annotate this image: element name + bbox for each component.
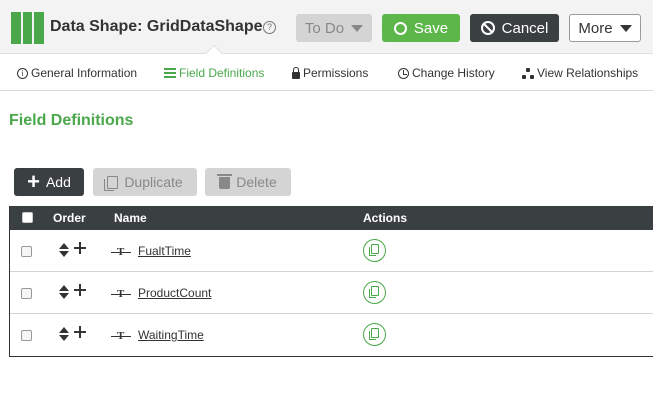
string-type-icon: T — [110, 288, 132, 300]
move-icon[interactable] — [74, 284, 86, 296]
string-type-icon: T — [110, 330, 132, 342]
copy-icon — [369, 244, 379, 256]
active-tab-pointer-fill — [206, 46, 222, 54]
move-icon[interactable] — [74, 242, 86, 254]
tab-label: General Information — [31, 66, 138, 80]
row-checkbox[interactable] — [21, 246, 32, 257]
table-row: T FualtTime — [10, 230, 653, 272]
todo-label: To Do — [304, 19, 345, 37]
tab-label: View Relationships — [537, 66, 639, 80]
circle-icon — [393, 21, 407, 35]
row-checkbox[interactable] — [21, 288, 32, 299]
chevron-down-icon — [351, 24, 364, 32]
column-header-name[interactable]: Name — [114, 211, 147, 225]
column-header-order[interactable]: Order — [53, 211, 86, 225]
grid-header: Order Name Actions — [10, 206, 653, 230]
cancel-label: Cancel — [501, 19, 549, 37]
cancel-button[interactable]: Cancel — [470, 14, 559, 42]
tab-view-relationships[interactable]: View Relationships — [522, 66, 638, 80]
string-type-icon: T — [110, 246, 132, 258]
tab-change-history[interactable]: Change History — [398, 66, 495, 80]
chevron-down-icon — [619, 24, 632, 32]
move-icon[interactable] — [74, 326, 86, 338]
todo-dropdown[interactable]: To Do — [296, 14, 372, 42]
trash-icon — [217, 174, 233, 189]
relationships-icon — [522, 67, 534, 79]
field-grid: Order Name Actions T FualtTime T Product… — [9, 206, 653, 357]
table-row: T ProductCount — [10, 272, 653, 314]
duplicate-row-button[interactable] — [363, 323, 386, 346]
lock-icon — [292, 66, 300, 79]
more-label: More — [578, 19, 613, 37]
section-title: Field Definitions — [9, 112, 134, 129]
add-label: Add — [45, 174, 71, 190]
copy-icon — [104, 175, 119, 191]
select-all-checkbox[interactable] — [22, 212, 33, 223]
tab-general-information[interactable]: i General Information — [17, 66, 137, 80]
duplicate-row-button[interactable] — [363, 281, 386, 304]
field-name-link[interactable]: FualtTime — [138, 244, 191, 258]
help-icon[interactable]: ? — [263, 21, 276, 34]
tab-bar: i General Information Field Definitions … — [0, 54, 653, 91]
tab-label: Change History — [412, 66, 495, 80]
sort-icon[interactable] — [59, 285, 69, 299]
duplicate-label: Duplicate — [124, 174, 183, 190]
table-row: T WaitingTime — [10, 314, 653, 356]
tab-permissions[interactable]: Permissions — [292, 66, 368, 80]
add-button[interactable]: + Add — [14, 168, 84, 196]
tab-label: Permissions — [303, 66, 369, 80]
info-icon: i — [17, 67, 28, 79]
ban-icon — [480, 21, 495, 35]
copy-icon — [369, 328, 379, 340]
list-icon — [164, 68, 176, 78]
save-button[interactable]: Save — [382, 14, 460, 42]
copy-icon — [369, 286, 379, 298]
column-header-actions: Actions — [363, 211, 408, 225]
sort-icon[interactable] — [59, 327, 69, 341]
tab-label: Field Definitions — [179, 66, 265, 80]
page-title: Data Shape: GridDataShape — [50, 18, 263, 35]
tab-field-definitions[interactable]: Field Definitions — [164, 66, 264, 80]
app-logo — [11, 12, 45, 44]
row-checkbox[interactable] — [21, 330, 32, 341]
duplicate-row-button[interactable] — [363, 239, 386, 262]
sort-icon[interactable] — [59, 243, 69, 257]
save-label: Save — [413, 19, 449, 37]
delete-button[interactable]: Delete — [205, 168, 291, 196]
field-name-link[interactable]: ProductCount — [138, 286, 211, 300]
more-dropdown[interactable]: More — [569, 14, 641, 42]
header-bar: Data Shape: GridDataShape ? To Do Save C… — [0, 0, 653, 54]
plus-icon: + — [27, 169, 40, 194]
delete-label: Delete — [236, 174, 277, 190]
duplicate-button[interactable]: Duplicate — [93, 168, 197, 196]
clock-icon — [398, 67, 409, 79]
field-name-link[interactable]: WaitingTime — [138, 328, 204, 342]
